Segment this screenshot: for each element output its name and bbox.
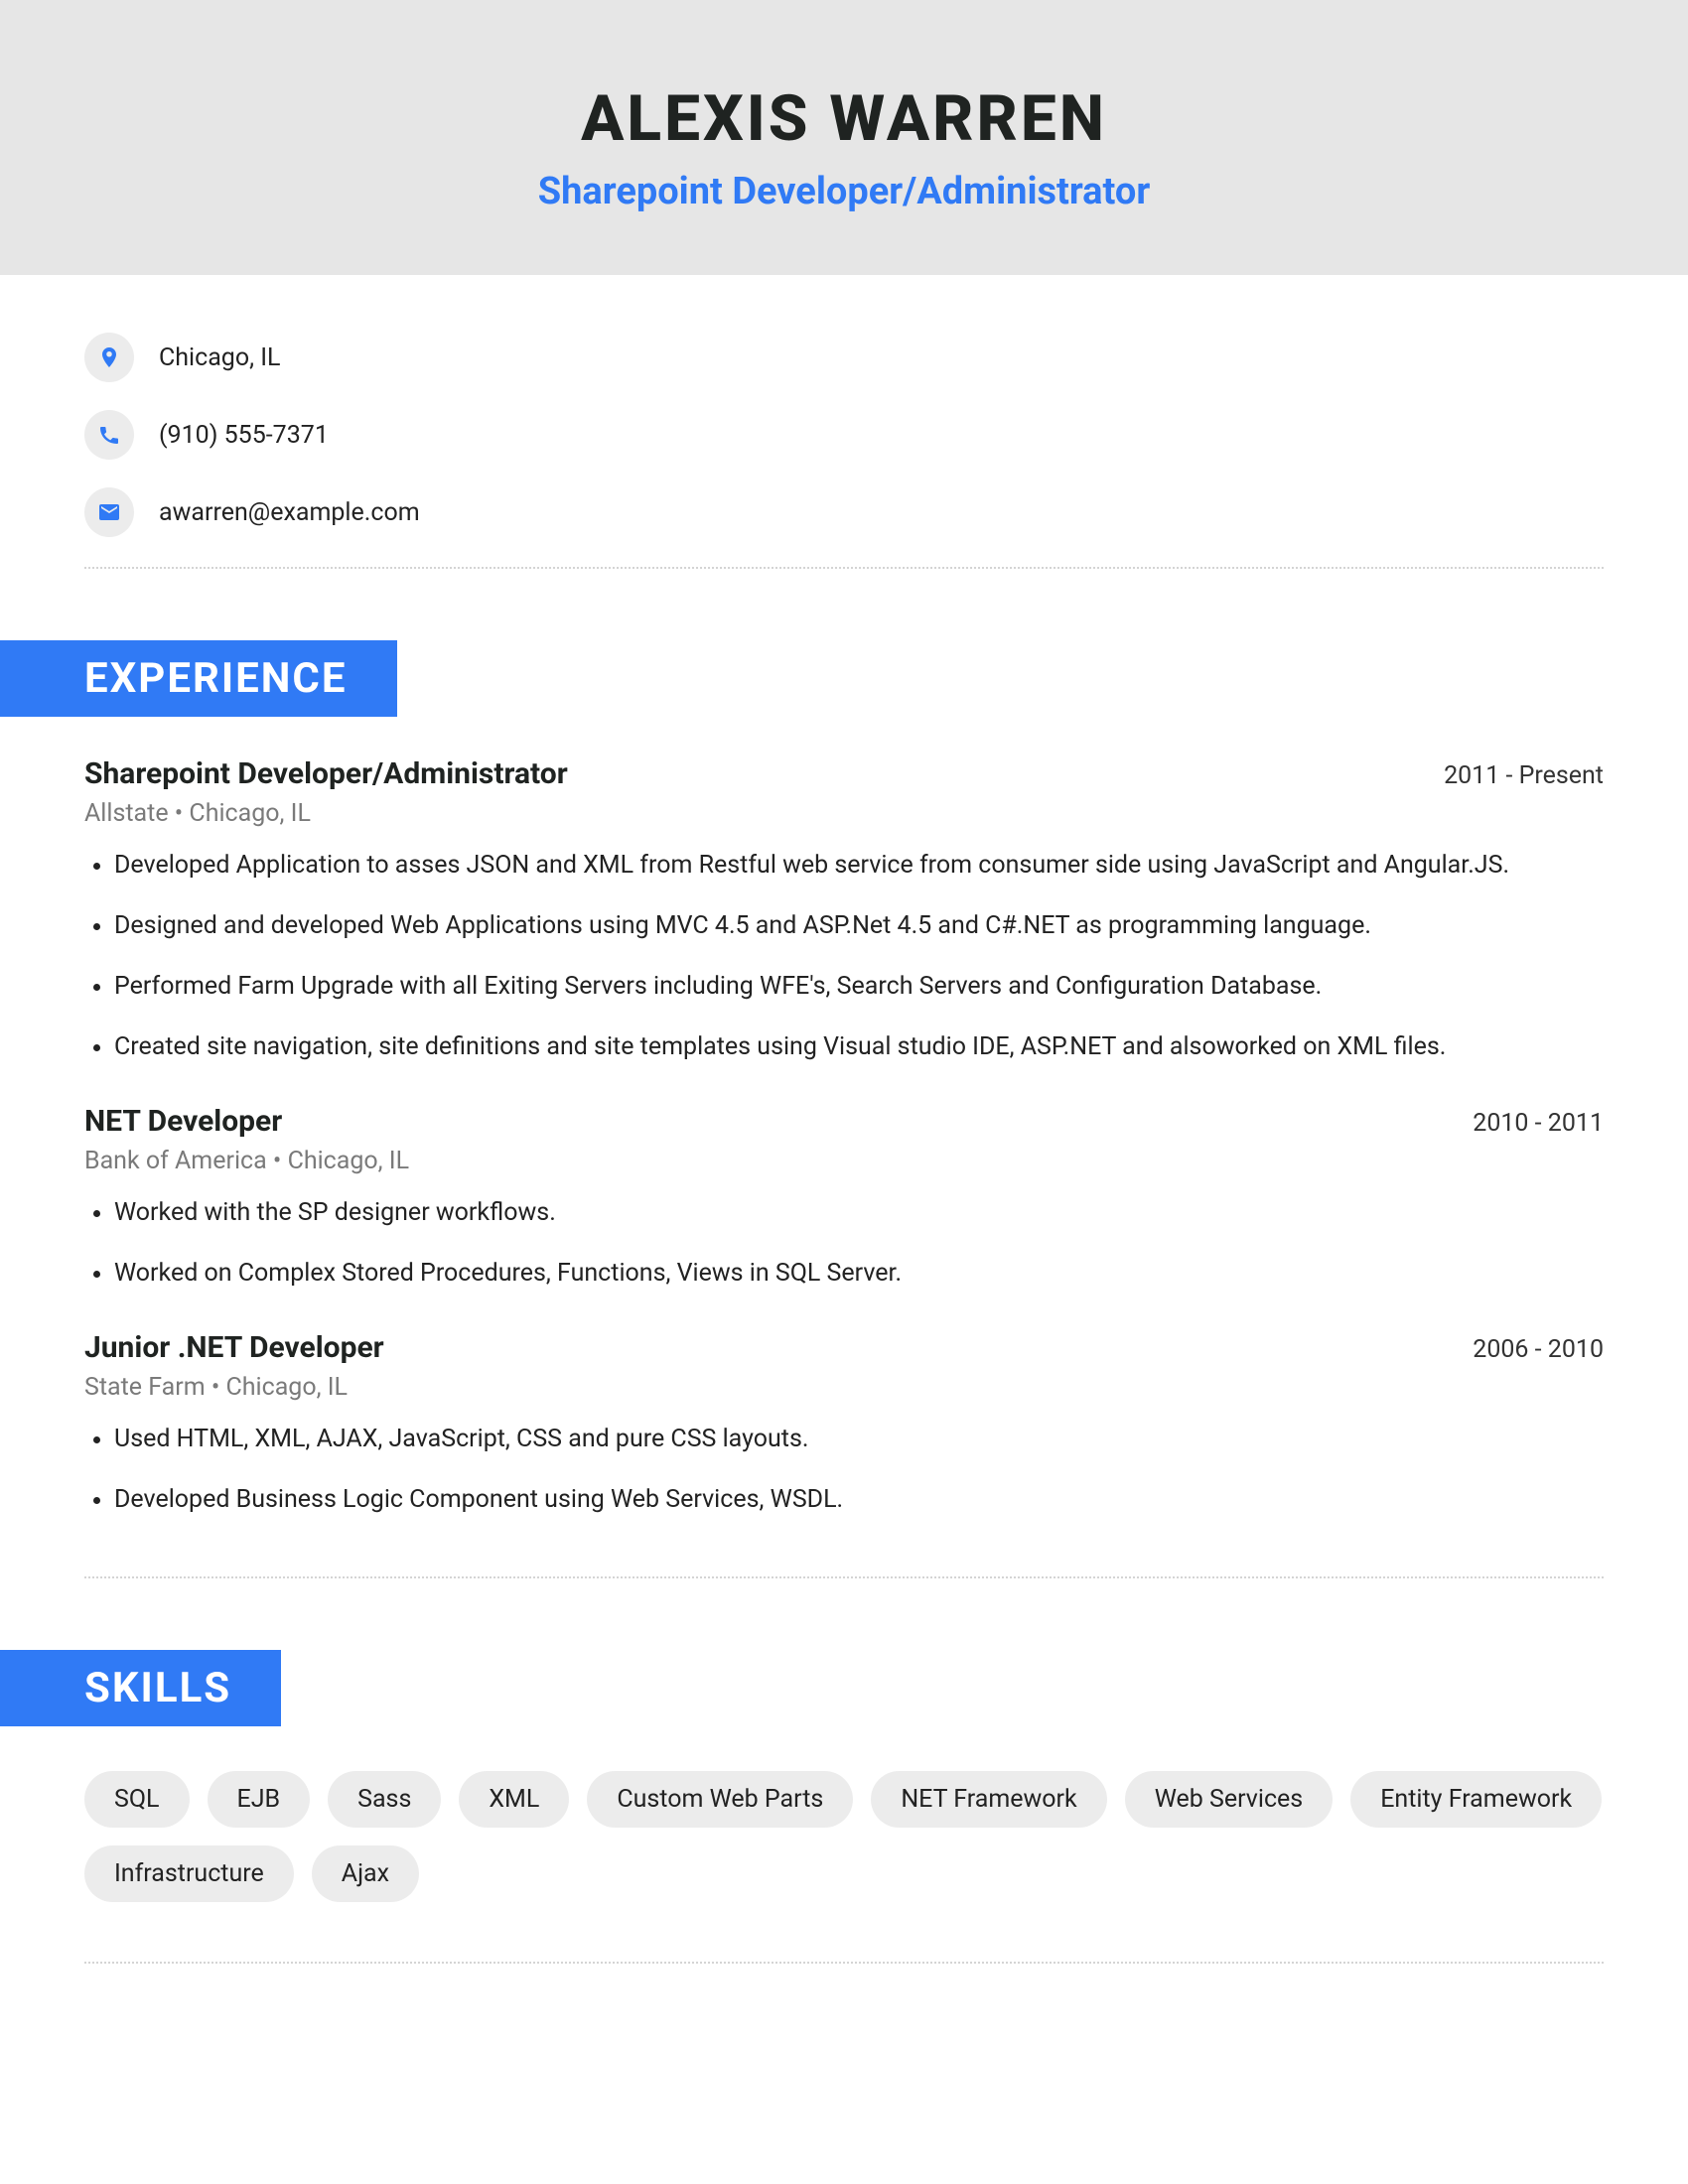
job-title: Sharepoint Developer/Administrator [84, 756, 568, 791]
experience-heading: EXPERIENCE [0, 640, 397, 717]
job: NET Developer 2010 - 2011 Bank of America … [84, 1104, 1604, 1291]
skills-heading: SKILLS [0, 1650, 281, 1726]
job-bullet: Designed and developed Web Applications … [114, 908, 1604, 943]
job-bullet: Developed Application to asses JSON and … [114, 848, 1604, 883]
skills-list: SQL EJB Sass XML Custom Web Parts NET Framewo… [84, 1771, 1604, 1902]
contact-email-row: awarren@example.com [84, 487, 1604, 537]
header-band: ALEXIS WARREN Sharepoint Developer/Admin… [0, 0, 1688, 275]
job-subline: State Farm • Chicago, IL [84, 1373, 1604, 1402]
job: Junior .NET Developer 2006 - 2010 State Fa… [84, 1330, 1604, 1517]
job-subline: Allstate • Chicago, IL [84, 799, 1604, 828]
person-title: Sharepoint Developer/Administrator [0, 170, 1688, 213]
skill-pill: SQL [84, 1771, 190, 1828]
contact-location-row: Chicago, IL [84, 333, 1604, 382]
divider [84, 567, 1604, 569]
skill-pill: Sass [328, 1771, 441, 1828]
contact-location: Chicago, IL [159, 343, 281, 372]
divider [84, 1576, 1604, 1578]
content: Chicago, IL (910) 555-7371 awarren@examp… [0, 275, 1688, 1964]
contact-email: awarren@example.com [159, 498, 420, 527]
job-bullet: Worked on Complex Stored Procedures, Fun… [114, 1256, 1604, 1291]
skill-pill: EJB [208, 1771, 311, 1828]
person-name: ALEXIS WARREN [0, 81, 1688, 156]
skill-pill: Web Services [1125, 1771, 1334, 1828]
job-dates: 2006 - 2010 [1473, 1335, 1604, 1364]
job-bullet: Performed Farm Upgrade with all Exiting … [114, 969, 1604, 1004]
divider [84, 1962, 1604, 1964]
job-head: NET Developer 2010 - 2011 [84, 1104, 1604, 1139]
experience-list: Sharepoint Developer/Administrator 2011 -… [84, 756, 1604, 1517]
job-bullet: Used HTML, XML, AJAX, JavaScript, CSS an… [114, 1422, 1604, 1456]
contact-block: Chicago, IL (910) 555-7371 awarren@examp… [84, 275, 1604, 537]
skill-pill: Infrastructure [84, 1845, 294, 1902]
location-icon [84, 333, 134, 382]
job-bullets: Worked with the SP designer workflows. Wo… [114, 1195, 1604, 1291]
job-title: NET Developer [84, 1104, 282, 1139]
job-head: Junior .NET Developer 2006 - 2010 [84, 1330, 1604, 1365]
contact-phone-row: (910) 555-7371 [84, 410, 1604, 460]
contact-phone: (910) 555-7371 [159, 421, 329, 450]
job-bullets: Developed Application to asses JSON and … [114, 848, 1604, 1064]
email-icon [84, 487, 134, 537]
skill-pill: Custom Web Parts [587, 1771, 853, 1828]
skill-pill: XML [459, 1771, 569, 1828]
skill-pill: Ajax [312, 1845, 419, 1902]
job: Sharepoint Developer/Administrator 2011 -… [84, 756, 1604, 1064]
phone-icon [84, 410, 134, 460]
job-bullet: Developed Business Logic Component using… [114, 1482, 1604, 1517]
job-bullet: Created site navigation, site definition… [114, 1029, 1604, 1064]
job-bullet: Worked with the SP designer workflows. [114, 1195, 1604, 1230]
skill-pill: Entity Framework [1350, 1771, 1602, 1828]
skill-pill: NET Framework [871, 1771, 1106, 1828]
job-bullets: Used HTML, XML, AJAX, JavaScript, CSS an… [114, 1422, 1604, 1517]
job-head: Sharepoint Developer/Administrator 2011 -… [84, 756, 1604, 791]
job-title: Junior .NET Developer [84, 1330, 384, 1365]
job-subline: Bank of America • Chicago, IL [84, 1147, 1604, 1175]
job-dates: 2010 - 2011 [1473, 1109, 1604, 1138]
job-dates: 2011 - Present [1444, 761, 1604, 790]
